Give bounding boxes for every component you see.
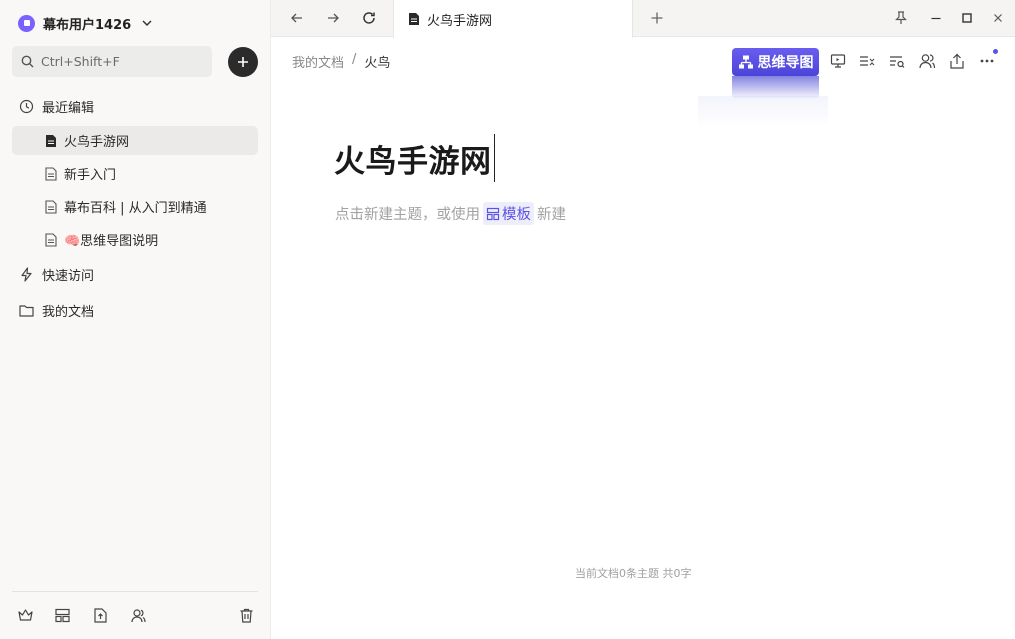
document-filled-icon xyxy=(45,134,57,148)
users-icon[interactable] xyxy=(130,607,147,624)
folder-icon xyxy=(19,303,34,318)
document-title[interactable]: 火鸟手游网 xyxy=(334,134,495,182)
recent-doc-item[interactable]: 火鸟手游网 xyxy=(12,126,258,155)
collapse-list-icon[interactable] xyxy=(858,52,876,70)
tab-title: 火鸟手游网 xyxy=(427,13,493,29)
document-icon xyxy=(45,166,57,181)
template-icon xyxy=(486,207,500,221)
back-arrow-icon[interactable] xyxy=(289,10,305,26)
forward-arrow-icon[interactable] xyxy=(325,10,341,26)
plus-icon xyxy=(237,56,249,68)
sidebar-item-label: 火鸟手游网 xyxy=(64,135,130,150)
chevron-down-icon xyxy=(141,17,153,29)
sidebar-item-label: 我的文档 xyxy=(42,305,95,320)
crown-icon[interactable] xyxy=(17,607,34,624)
sidebar-item-label: 幕布百科 | 从入门到精通 xyxy=(64,201,207,216)
sidebar-item-my-docs[interactable]: 我的文档 xyxy=(12,296,258,325)
collaborator-icon[interactable] xyxy=(918,52,936,70)
document-filled-icon xyxy=(408,12,420,26)
title-bar: 火鸟手游网 xyxy=(271,0,1015,38)
breadcrumb: 我的文档 / 火鸟 xyxy=(292,52,390,71)
more-icon[interactable] xyxy=(978,52,996,70)
mindmap-icon xyxy=(738,54,754,70)
notification-dot xyxy=(993,49,998,54)
document-icon xyxy=(45,232,57,247)
search-icon xyxy=(21,55,34,68)
document-title-text: 火鸟手游网 xyxy=(334,143,492,180)
clock-icon xyxy=(19,99,34,114)
maximize-icon[interactable] xyxy=(959,10,975,26)
find-in-list-icon[interactable] xyxy=(888,52,906,70)
trash-icon[interactable] xyxy=(238,607,255,624)
recent-doc-item[interactable]: 幕布百科 | 从入门到精通 xyxy=(12,192,258,221)
new-tab-icon[interactable] xyxy=(649,10,665,26)
sidebar-divider xyxy=(12,591,258,592)
close-icon[interactable] xyxy=(990,10,1006,26)
user-name: 幕布用户1426 xyxy=(43,17,132,33)
search-placeholder: Ctrl+Shift+F xyxy=(41,54,120,69)
lightning-icon xyxy=(19,267,34,282)
sidebar-item-label: 快速访问 xyxy=(42,269,95,284)
sidebar-item-label: 🧠思维导图说明 xyxy=(64,234,159,249)
hint-suffix: 新建 xyxy=(537,207,566,223)
presentation-icon[interactable] xyxy=(829,52,847,70)
template-icon[interactable] xyxy=(54,607,71,624)
search-input[interactable]: Ctrl+Shift+F xyxy=(12,46,212,77)
minimize-icon[interactable] xyxy=(928,10,944,26)
sidebar-item-quick-access[interactable]: 快速访问 xyxy=(12,260,258,289)
import-icon[interactable] xyxy=(92,607,109,624)
avatar xyxy=(18,14,35,32)
sidebar: 幕布用户1426 Ctrl+Shift+F 最近编辑 火鸟手游网 新手入门 幕布… xyxy=(0,0,271,639)
template-link[interactable]: 模板 xyxy=(483,202,534,225)
refresh-icon[interactable] xyxy=(361,10,377,26)
breadcrumb-root[interactable]: 我的文档 xyxy=(292,52,344,71)
sidebar-item-label: 最近编辑 xyxy=(42,101,95,116)
mindmap-label: 思维导图 xyxy=(757,55,814,71)
hint-prefix: 点击新建主题，或使用 xyxy=(335,207,480,223)
document-stats: 当前文档0条主题 共0字 xyxy=(575,567,692,580)
recent-doc-item[interactable]: 🧠思维导图说明 xyxy=(12,225,258,254)
app-window: 幕布用户1426 Ctrl+Shift+F 最近编辑 火鸟手游网 新手入门 幕布… xyxy=(0,0,1015,639)
breadcrumb-separator: / xyxy=(352,52,357,67)
empty-hint: 点击新建主题，或使用 模板 新建 xyxy=(335,202,566,225)
template-label: 模板 xyxy=(502,207,531,223)
sidebar-item-recent[interactable]: 最近编辑 xyxy=(12,92,258,121)
mindmap-preview xyxy=(732,76,819,98)
sidebar-item-label: 新手入门 xyxy=(64,168,117,183)
pin-icon[interactable] xyxy=(893,10,909,26)
tab-document[interactable]: 火鸟手游网 xyxy=(393,0,633,38)
text-cursor xyxy=(493,134,495,182)
mindmap-button[interactable]: 思维导图 xyxy=(732,48,819,76)
breadcrumb-current[interactable]: 火鸟 xyxy=(364,52,390,71)
recent-doc-item[interactable]: 新手入门 xyxy=(12,159,258,188)
mindmap-preview-fade xyxy=(698,96,828,128)
add-button[interactable] xyxy=(228,47,258,77)
share-icon[interactable] xyxy=(948,52,966,70)
user-menu[interactable]: 幕布用户1426 xyxy=(18,13,153,33)
document-icon xyxy=(45,199,57,214)
